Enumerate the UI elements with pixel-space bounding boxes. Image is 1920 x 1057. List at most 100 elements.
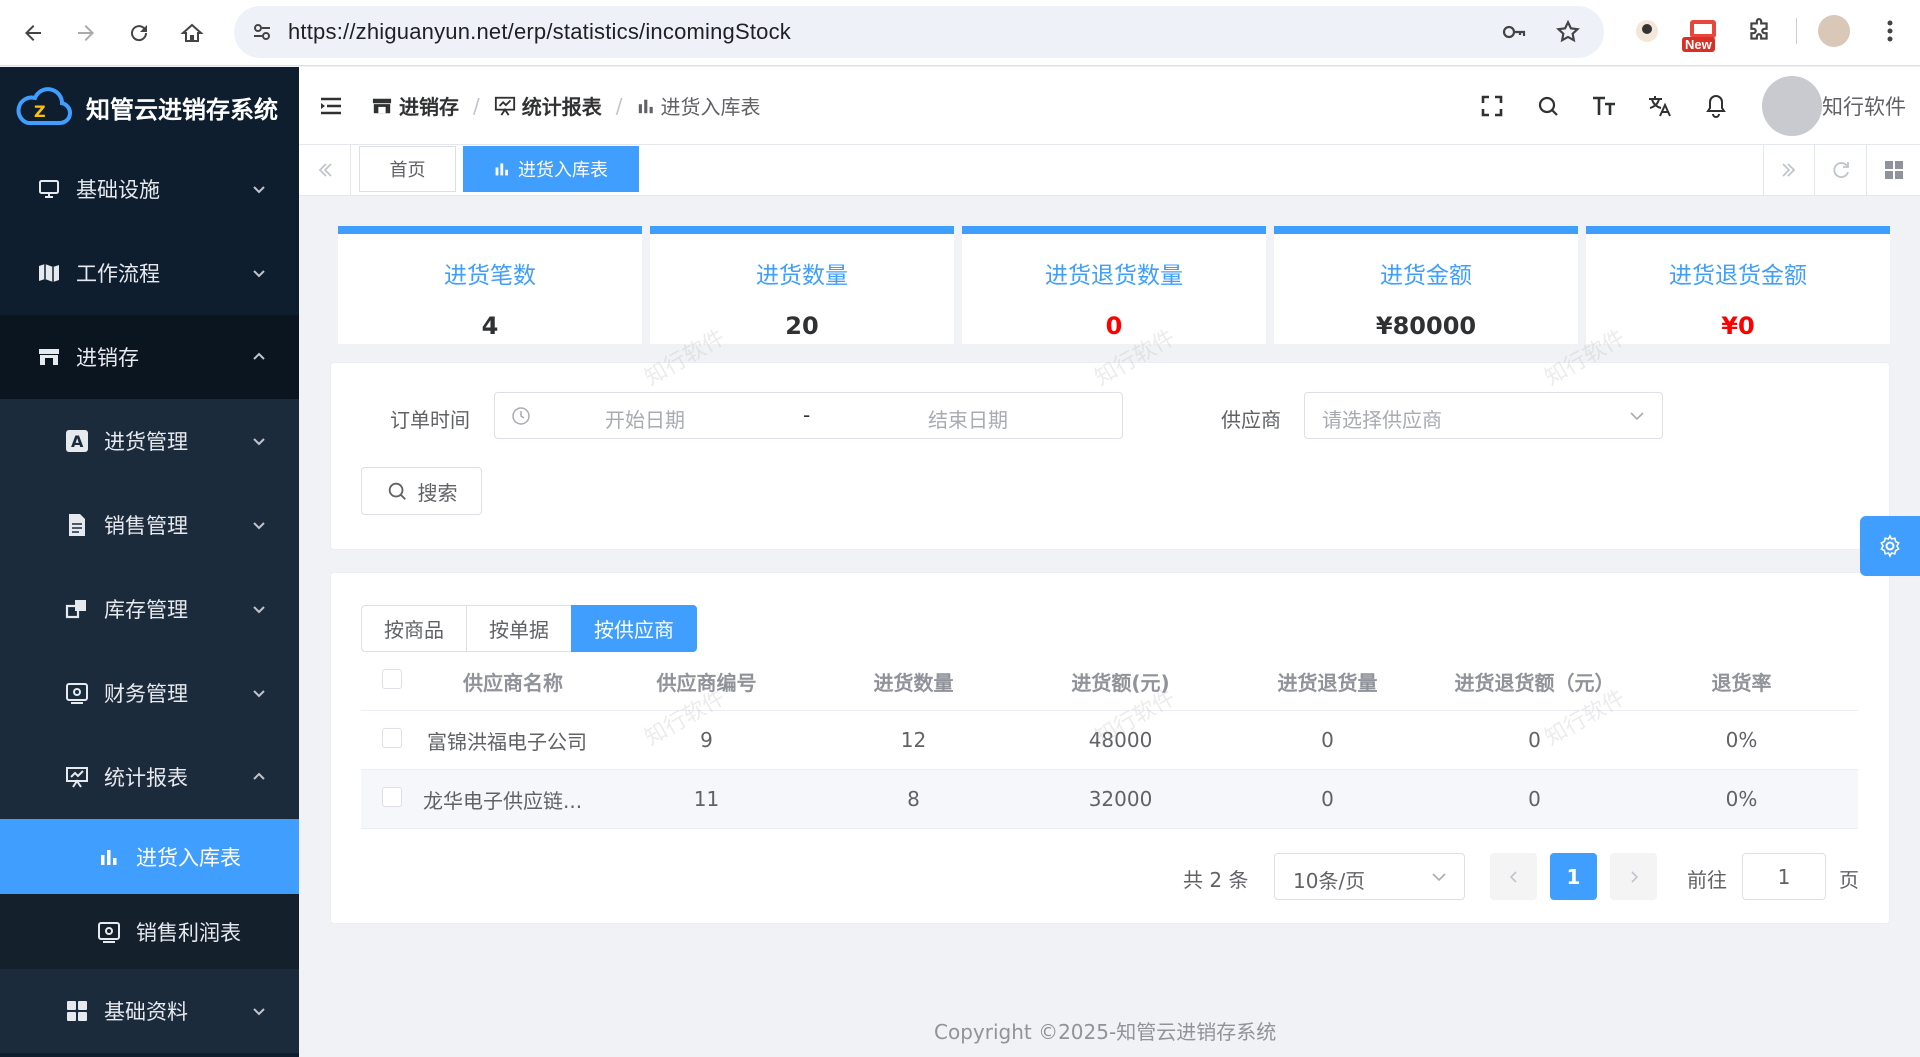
page-size-select[interactable]: 10条/页 bbox=[1274, 853, 1465, 900]
column-header[interactable]: 供应商编号 bbox=[603, 667, 810, 696]
translate-icon[interactable] bbox=[1632, 78, 1688, 134]
sidebar-item-stock-management[interactable]: 库存管理 bbox=[0, 567, 299, 651]
footer-copyright: Copyright ©2025-知管云进销存系统 bbox=[934, 1020, 1277, 1044]
sidebar-item-label: 库存管理 bbox=[104, 598, 188, 622]
view-by-product-button[interactable]: 按商品 bbox=[361, 605, 467, 652]
hamburger-menu-icon[interactable] bbox=[317, 92, 345, 120]
font-size-icon[interactable] bbox=[1576, 78, 1632, 134]
column-header[interactable]: 进货退货额（元） bbox=[1431, 667, 1638, 696]
supplier-select[interactable]: 请选择供应商 bbox=[1304, 392, 1663, 439]
fullscreen-icon[interactable] bbox=[1464, 78, 1520, 134]
sidebar-item-purchase-management[interactable]: A 进货管理 bbox=[0, 399, 299, 483]
sidebar-item-workflow[interactable]: 工作流程 bbox=[0, 231, 299, 315]
chevron-down-icon bbox=[253, 690, 265, 698]
address-bar[interactable]: https://zhiguanyun.net/erp/statistics/in… bbox=[234, 6, 1604, 58]
order-time-label: 订单时间 bbox=[390, 408, 470, 432]
chevron-down-icon bbox=[253, 186, 265, 194]
sidebar-item-finance-management[interactable]: 财务管理 bbox=[0, 651, 299, 735]
select-all-checkbox[interactable] bbox=[382, 668, 402, 689]
tab-grid-menu-icon[interactable] bbox=[1867, 145, 1920, 195]
table-header-row: 供应商名称 供应商编号 进货数量 进货额(元) 进货退货量 进货退货额（元） 退… bbox=[361, 652, 1858, 711]
view-by-supplier-button[interactable]: 按供应商 bbox=[571, 605, 697, 652]
chevron-right-icon bbox=[1630, 870, 1638, 883]
browser-toolbar: https://zhiguanyun.net/erp/statistics/in… bbox=[0, 0, 1920, 66]
new-badge: New bbox=[1682, 37, 1715, 52]
page-number-button[interactable]: 1 bbox=[1550, 853, 1597, 900]
column-header[interactable]: 供应商名称 bbox=[423, 667, 603, 696]
column-header[interactable]: 进货退货量 bbox=[1224, 667, 1431, 696]
store-icon bbox=[372, 98, 392, 113]
sidebar-item-inventory-sales[interactable]: 进销存 bbox=[0, 315, 299, 399]
column-header[interactable]: 退货率 bbox=[1638, 667, 1845, 696]
bar-chart-icon bbox=[638, 99, 653, 113]
sidebar-item-label: 销售管理 bbox=[104, 514, 188, 538]
view-by-order-button[interactable]: 按单据 bbox=[466, 605, 572, 652]
stat-value: ¥0 bbox=[1721, 312, 1755, 340]
column-header[interactable]: 进货数量 bbox=[810, 667, 1017, 696]
sidebar-item-label: 进货入库表 bbox=[136, 845, 241, 870]
search-button[interactable]: 搜索 bbox=[361, 467, 482, 515]
map-icon bbox=[36, 260, 62, 286]
tab-refresh-icon[interactable] bbox=[1815, 145, 1867, 195]
extension-avatar-icon[interactable] bbox=[1628, 12, 1666, 50]
chevron-down-icon bbox=[253, 438, 265, 446]
bar-chart-icon bbox=[495, 163, 508, 176]
chevron-down-icon bbox=[253, 270, 265, 278]
extensions-puzzle-icon[interactable] bbox=[1740, 12, 1778, 50]
stat-value: 4 bbox=[481, 312, 499, 340]
profile-avatar[interactable] bbox=[1815, 12, 1853, 50]
prev-page-button[interactable] bbox=[1490, 853, 1537, 900]
row-checkbox[interactable] bbox=[382, 786, 402, 807]
table-cell: 8 bbox=[907, 787, 920, 811]
top-header: 进销存 / 统计报表 / 进货入库表 知行软件 bbox=[299, 67, 1920, 144]
bar-chart-icon bbox=[96, 844, 122, 870]
start-date-input[interactable]: 开始日期 bbox=[605, 404, 685, 433]
chevron-down-icon bbox=[1630, 412, 1644, 421]
bookmark-star-icon[interactable] bbox=[1552, 16, 1584, 48]
more-menu-icon[interactable] bbox=[1871, 12, 1909, 50]
breadcrumb: 进销存 / 统计报表 / 进货入库表 bbox=[371, 91, 761, 120]
tabs-scroll-right-icon[interactable] bbox=[1763, 145, 1815, 195]
password-key-icon[interactable] bbox=[1498, 16, 1530, 48]
app-logo[interactable]: Z 知管云进销存系统 bbox=[0, 67, 299, 147]
site-settings-icon[interactable] bbox=[248, 18, 276, 46]
date-range-separator: - bbox=[803, 403, 811, 427]
home-icon[interactable] bbox=[172, 13, 212, 53]
back-icon[interactable] bbox=[13, 13, 53, 53]
sidebar-item-basic-data[interactable]: 基础资料 bbox=[0, 969, 299, 1053]
table-cell: 0 bbox=[1528, 787, 1541, 811]
notification-bell-icon[interactable] bbox=[1688, 78, 1744, 134]
stat-card-return-quantity: 进货退货数量 0 bbox=[962, 226, 1266, 344]
goto-page-input[interactable]: 1 bbox=[1742, 853, 1826, 900]
sidebar-item-incoming-stock-report[interactable]: 进货入库表 bbox=[0, 819, 299, 894]
next-page-button[interactable] bbox=[1610, 853, 1657, 900]
tab-home[interactable]: 首页 bbox=[359, 146, 456, 192]
end-date-input[interactable]: 结束日期 bbox=[928, 404, 1008, 433]
column-header[interactable]: 进货额(元) bbox=[1017, 667, 1224, 696]
tab-incoming-stock[interactable]: 进货入库表 bbox=[463, 146, 639, 192]
table-row[interactable]: 龙华电子供应链... 11 8 32000 0 0 0% bbox=[361, 770, 1858, 829]
breadcrumb-item[interactable]: 统计报表 bbox=[494, 91, 602, 120]
submenu-inventory-sales: A 进货管理 销售管理 库存管理 财务管理 统计报表 进货入库表 销售利润表 基… bbox=[0, 399, 299, 1053]
wallet-icon bbox=[64, 680, 90, 706]
sidebar-item-sales-profit-report[interactable]: 销售利润表 bbox=[0, 894, 299, 969]
extension-new-icon[interactable]: New bbox=[1682, 12, 1722, 52]
settings-gear-button[interactable] bbox=[1860, 516, 1920, 576]
chevron-down-icon bbox=[253, 522, 265, 530]
tabs-scroll-left-icon[interactable] bbox=[299, 145, 351, 195]
forward-icon[interactable] bbox=[66, 13, 106, 53]
reload-icon[interactable] bbox=[119, 13, 159, 53]
stat-value: 0 bbox=[1105, 312, 1123, 340]
sidebar-item-statistics-reports[interactable]: 统计报表 bbox=[0, 735, 299, 819]
sidebar-item-label: 统计报表 bbox=[104, 766, 188, 790]
user-name[interactable]: 知行软件 bbox=[1822, 91, 1906, 121]
user-avatar[interactable] bbox=[1762, 75, 1822, 136]
stat-label: 进货笔数 bbox=[444, 263, 536, 289]
sidebar-item-infrastructure[interactable]: 基础设施 bbox=[0, 147, 299, 231]
breadcrumb-item[interactable]: 进销存 bbox=[371, 91, 459, 120]
row-checkbox[interactable] bbox=[382, 727, 402, 748]
sidebar-item-sales-management[interactable]: 销售管理 bbox=[0, 483, 299, 567]
order-date-range-picker[interactable]: 开始日期 - 结束日期 bbox=[494, 392, 1123, 439]
search-icon[interactable] bbox=[1520, 78, 1576, 134]
table-row[interactable]: 富锦洪福电子公司 9 12 48000 0 0 0% bbox=[361, 711, 1858, 770]
